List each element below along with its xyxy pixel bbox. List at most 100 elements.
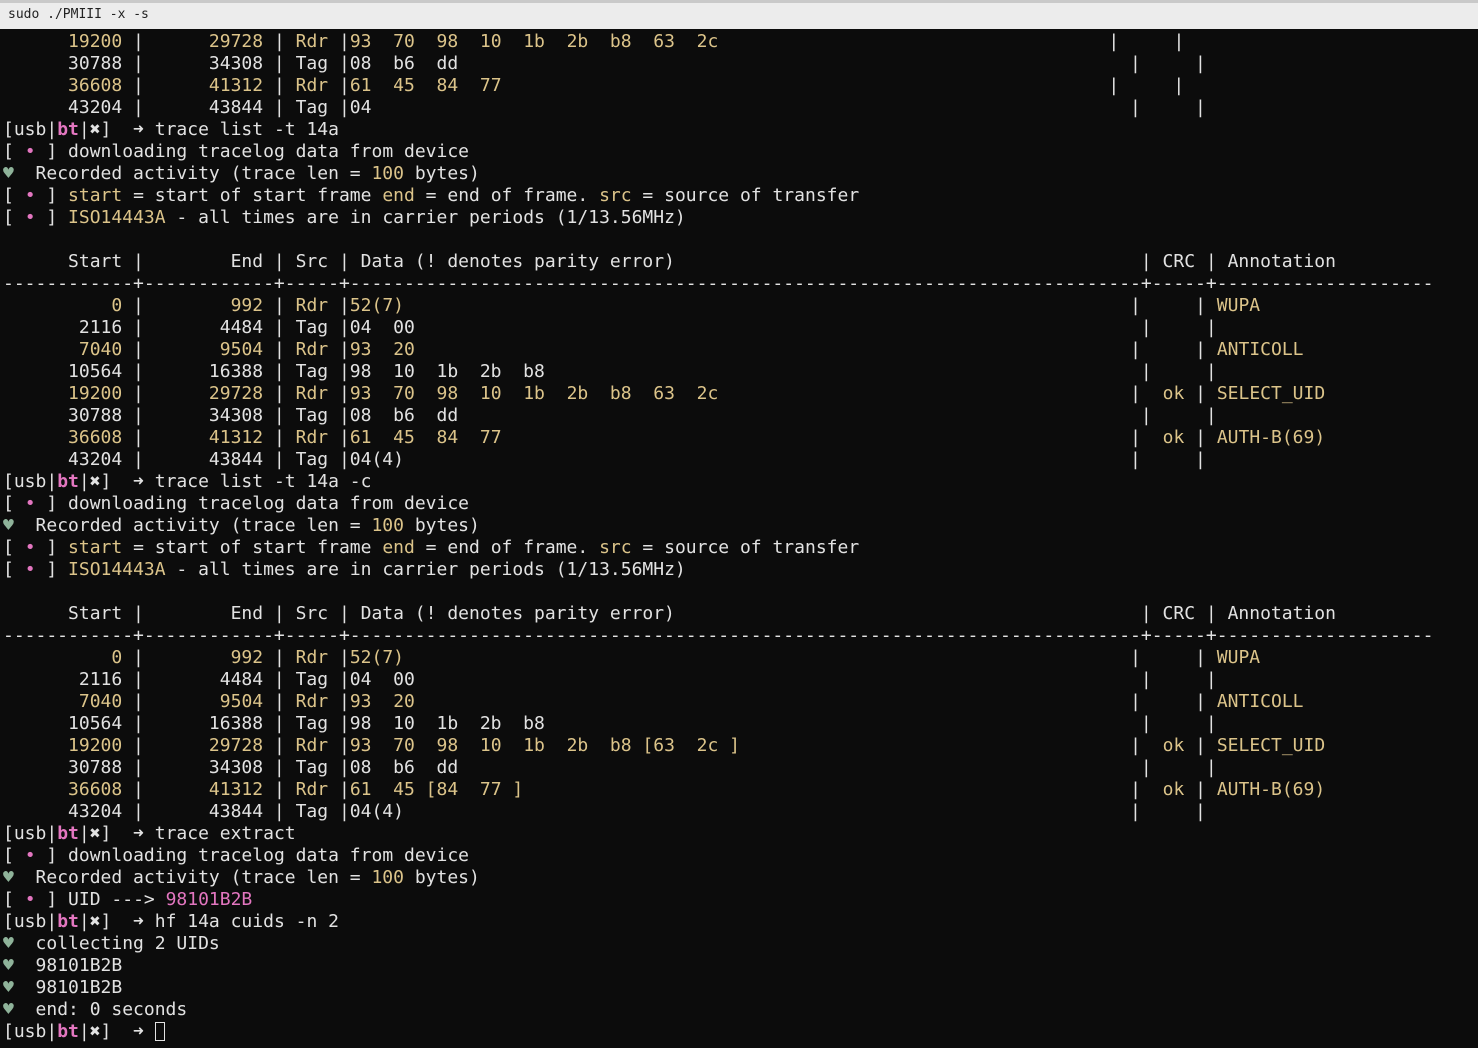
terminal-text-segment: 10564 | 16388 | Tag |98 10 1b 2b b8 | | — [3, 361, 1217, 382]
terminal-text-segment: | — [122, 735, 209, 756]
terminal-text-segment: SELECT_UID — [1216, 383, 1326, 404]
terminal-text-segment: | — [122, 427, 209, 448]
terminal-text-segment: ok — [1162, 735, 1185, 756]
terminal-text-segment: | — [263, 427, 296, 448]
terminal-text-segment: 93 70 98 10 1b 2b b8 63 2c — [349, 383, 719, 404]
terminal-text-segment: Rdr — [295, 427, 329, 448]
terminal-text-segment: | | — [404, 295, 1217, 316]
terminal-text-segment: [ — [3, 207, 25, 228]
terminal-text-segment: 93 20 — [349, 691, 415, 712]
terminal-text-segment: 19200 — [3, 31, 123, 52]
terminal-text-segment: = source of transfer — [631, 537, 860, 558]
terminal-text-segment: | — [122, 31, 209, 52]
terminal-line: ♥ 98101B2B — [3, 977, 1478, 999]
terminal-line: [ • ] UID ---> 98101B2B — [3, 889, 1478, 911]
terminal-text-segment: | — [263, 75, 296, 96]
terminal-line: ------------+------------+-----+--------… — [3, 273, 1478, 295]
terminal-text-segment: 9504 — [219, 691, 264, 712]
terminal-text-segment: [ — [3, 185, 25, 206]
text-cursor — [154, 1022, 165, 1041]
terminal-line: 19200 | 29728 | Rdr |93 70 98 10 1b 2b b… — [3, 31, 1478, 53]
terminal-line: [usb|bt|✖] ➜ trace list -t 14a — [3, 119, 1478, 141]
window-titlebar: sudo ./PMIII -x -s — [0, 0, 1478, 29]
terminal-text-segment: bt — [57, 471, 79, 492]
terminal-output[interactable]: 19200 | 29728 | Rdr |93 70 98 10 1b 2b b… — [3, 31, 1478, 1048]
terminal-text-segment: ♥ — [3, 977, 14, 998]
terminal-line: 36608 | 41312 | Rdr |61 45 [84 77 ] | ok… — [3, 779, 1478, 801]
terminal-text-segment: ♥ — [3, 999, 14, 1020]
terminal-text-segment: start — [68, 185, 123, 206]
terminal-text-segment: Rdr — [295, 779, 329, 800]
terminal-text-segment: end: 0 seconds — [13, 999, 188, 1020]
terminal-text-segment: | — [263, 735, 296, 756]
terminal-text-segment: 93 70 98 10 1b 2b b8 [63 2c ] — [349, 735, 740, 756]
terminal-text-segment: Rdr — [295, 647, 329, 668]
terminal-text-segment: Rdr — [295, 735, 329, 756]
terminal-text-segment: 9504 — [219, 339, 264, 360]
terminal-text-segment: | | — [414, 339, 1217, 360]
terminal-text-segment: 61 45 84 77 — [349, 75, 502, 96]
terminal-line: ♥ Recorded activity (trace len = 100 byt… — [3, 515, 1478, 537]
terminal-line: [ • ] downloading tracelog data from dev… — [3, 845, 1478, 867]
terminal-text-segment: | — [328, 339, 350, 360]
terminal-text-segment: bytes) — [403, 163, 480, 184]
terminal-line: ♥ Recorded activity (trace len = 100 byt… — [3, 867, 1478, 889]
terminal-text-segment: 36608 — [3, 779, 123, 800]
prompt-prefix: [usb| — [3, 1021, 58, 1042]
terminal-line: 36608 | 41312 | Rdr |61 45 84 77 | ok | … — [3, 427, 1478, 449]
terminal-line: 19200 | 29728 | Rdr |93 70 98 10 1b 2b b… — [3, 383, 1478, 405]
terminal-line: 2116 | 4484 | Tag |04 00 | | — [3, 669, 1478, 691]
terminal-text-segment: 93 20 — [349, 339, 415, 360]
terminal-text-segment: 41312 — [208, 779, 264, 800]
terminal-text-segment: 19200 — [3, 383, 123, 404]
terminal-text-segment: SELECT_UID — [1216, 735, 1326, 756]
terminal-text-segment: 61 45 [84 77 ] — [349, 779, 524, 800]
terminal-text-segment: | — [328, 779, 350, 800]
terminal-line: ♥ Recorded activity (trace len = 100 byt… — [3, 163, 1478, 185]
terminal-text-segment: Start | End | Src | Data (! denotes pari… — [3, 251, 1336, 272]
terminal-text-segment: 100 — [371, 515, 404, 536]
terminal-text-segment: ANTICOLL — [1216, 691, 1304, 712]
terminal-text-segment: Rdr — [295, 383, 329, 404]
terminal-text-segment: 2116 | 4484 | Tag |04 00 | | — [3, 669, 1217, 690]
terminal-text-segment: 100 — [371, 867, 404, 888]
terminal-line: Start | End | Src | Data (! denotes pari… — [3, 251, 1478, 273]
prompt-suffix: |✖] ➜ — [78, 1021, 155, 1042]
terminal-text-segment: | — [1184, 383, 1217, 404]
terminal-text-segment: | — [328, 691, 350, 712]
terminal-input-line[interactable]: [usb|bt|✖] ➜ — [3, 1021, 1478, 1043]
terminal-text-segment: 0 — [3, 647, 123, 668]
terminal-line: [usb|bt|✖] ➜ trace extract — [3, 823, 1478, 845]
terminal-text-segment: bt — [57, 911, 79, 932]
terminal-text-segment: | — [1184, 779, 1217, 800]
terminal-text-segment: ] — [35, 185, 69, 206]
terminal-line: ♥ 98101B2B — [3, 955, 1478, 977]
terminal-text-segment: • — [24, 185, 36, 206]
terminal-text-segment: WUPA — [1216, 647, 1261, 668]
terminal-text-segment: Rdr — [295, 691, 329, 712]
terminal-text-segment: 7040 — [3, 339, 123, 360]
terminal-text-segment: | — [263, 383, 296, 404]
terminal-text-segment: | — [328, 31, 350, 52]
terminal-text-segment: [usb| — [3, 471, 58, 492]
terminal-line: 0 | 992 | Rdr |52(7) | | WUPA — [3, 295, 1478, 317]
terminal-text-segment: | — [263, 647, 296, 668]
terminal-line: ------------+------------+-----+--------… — [3, 625, 1478, 647]
terminal-text-segment: ♥ — [3, 955, 14, 976]
terminal-text-segment: ok — [1162, 383, 1185, 404]
terminal-scrollback: 19200 | 29728 | Rdr |93 70 98 10 1b 2b b… — [3, 31, 1478, 1021]
terminal-text-segment: 41312 — [208, 75, 264, 96]
terminal-text-segment: [usb| — [3, 119, 58, 140]
terminal-line: [ • ] start = start of start frame end =… — [3, 537, 1478, 559]
terminal-line: 30788 | 34308 | Tag |08 b6 dd | | — [3, 757, 1478, 779]
terminal-text-segment: 98101B2B — [13, 977, 123, 998]
terminal-text-segment: [ — [3, 559, 25, 580]
terminal-text-segment: 43204 | 43844 | Tag |04(4) | | — [3, 449, 1206, 470]
terminal-text-segment: Start | End | Src | Data (! denotes pari… — [3, 603, 1336, 624]
terminal-text-segment: 43204 | 43844 | Tag |04 | | — [3, 97, 1206, 118]
terminal-text-segment: ♥ — [3, 867, 14, 888]
terminal-text-segment: ISO14443A — [68, 207, 166, 228]
terminal-text-segment: [ — [3, 537, 25, 558]
